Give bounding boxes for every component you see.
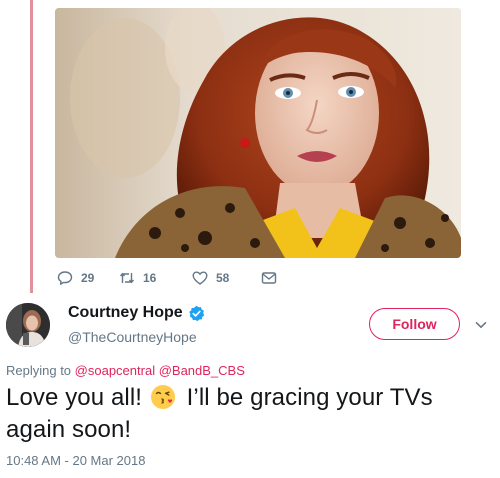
mention-link[interactable]: @soapcentral <box>75 363 155 378</box>
tweet-timestamp[interactable]: 10:48 AM - 20 Mar 2018 <box>6 453 145 468</box>
face-throwing-kiss-emoji-icon <box>150 385 175 409</box>
portrait-image <box>55 8 461 258</box>
tweet-text: Love you all! I’ll be gracing your TVs a… <box>6 382 494 446</box>
retweet-count: 16 <box>143 271 157 285</box>
chevron-down-icon <box>475 322 487 328</box>
mention-link[interactable]: @BandB_CBS <box>159 363 245 378</box>
direct-message-button[interactable] <box>261 268 277 288</box>
more-options-button[interactable] <box>474 318 488 332</box>
retweet-button[interactable]: 16 <box>119 268 156 288</box>
tweet-photo[interactable] <box>55 8 461 258</box>
heart-icon <box>192 271 208 285</box>
reply-button[interactable]: 29 <box>57 268 94 288</box>
follow-button[interactable]: Follow <box>369 308 460 340</box>
author-avatar[interactable] <box>6 303 50 347</box>
retweet-icon <box>119 272 135 284</box>
envelope-icon <box>261 272 277 284</box>
tweet-text-part: Love you all! <box>6 384 143 411</box>
author-name-row[interactable]: Courtney Hope <box>68 304 205 322</box>
replying-to-line: Replying to @soapcentral @BandB_CBS <box>6 363 245 378</box>
verified-badge-icon <box>188 305 204 321</box>
like-count: 58 <box>216 271 230 285</box>
author-handle[interactable]: @TheCourtneyHope <box>68 329 197 345</box>
avatar-image <box>6 303 50 347</box>
thread-connector-line <box>30 0 33 293</box>
reply-icon <box>57 271 73 285</box>
author-display-name: Courtney Hope <box>68 304 183 321</box>
replying-to-label: Replying to <box>6 363 72 378</box>
reply-count: 29 <box>81 271 95 285</box>
like-button[interactable]: 58 <box>192 268 229 288</box>
